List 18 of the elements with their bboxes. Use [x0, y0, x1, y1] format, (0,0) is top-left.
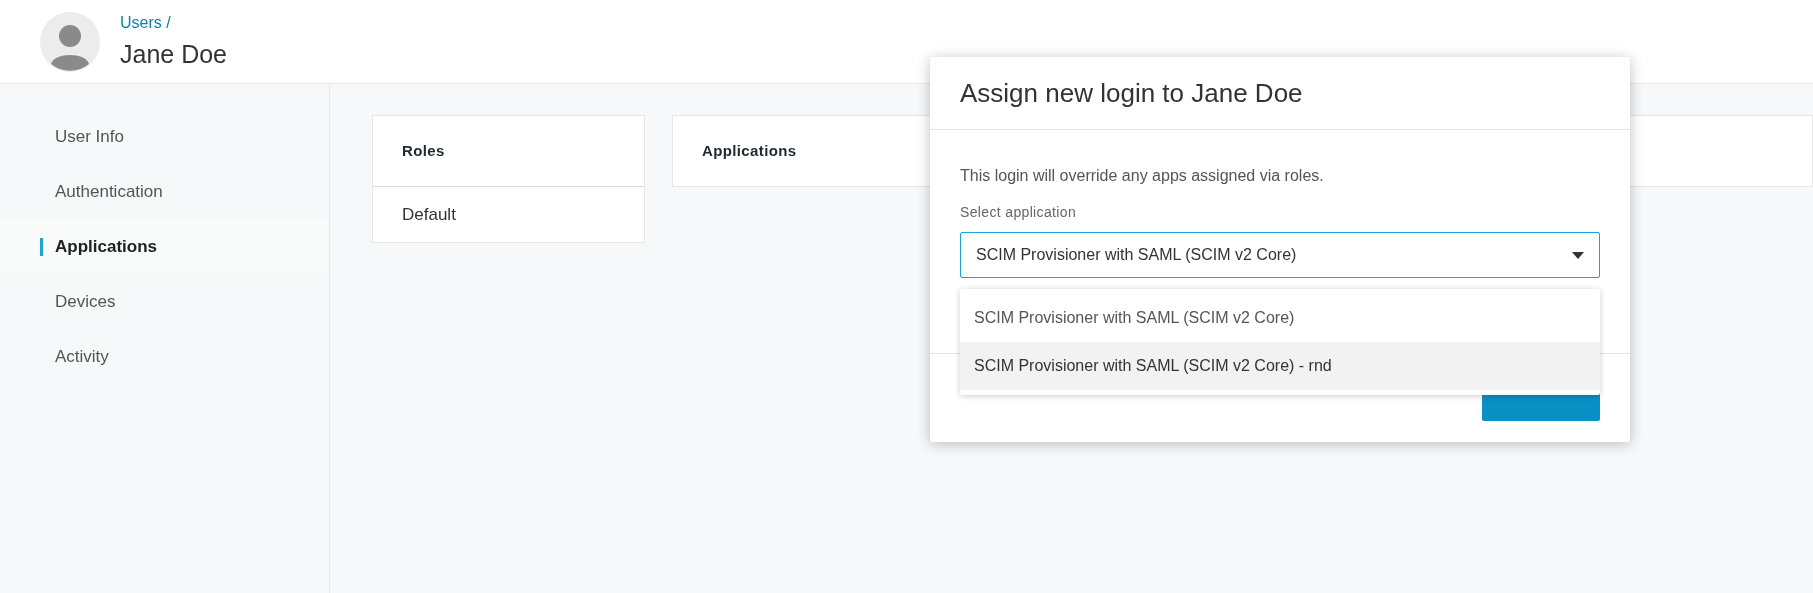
- avatar-icon: [40, 11, 100, 72]
- dialog-title: Assign new login to Jane Doe: [960, 76, 1303, 110]
- breadcrumb-link[interactable]: Users /: [120, 12, 228, 33]
- role-name: Default: [402, 203, 456, 226]
- sidebar-item[interactable]: User Info: [55, 123, 124, 150]
- dropdown-option[interactable]: SCIM Provisioner with SAML (SCIM v2 Core) - rnd: [960, 342, 1600, 390]
- sidebar-item[interactable]: Activity: [55, 343, 109, 370]
- card-title: Applications: [702, 140, 797, 161]
- dropdown-option[interactable]: SCIM Provisioner with SAML (SCIM v2 Core): [960, 294, 1600, 342]
- page-title: Jane Doe: [120, 38, 228, 70]
- sidebar-item[interactable]: Authentication: [55, 178, 163, 205]
- dialog-description: This login will override any apps assigned via roles.: [960, 166, 1325, 186]
- application-select[interactable]: SCIM Provisioner with SAML (SCIM v2 Core): [960, 232, 1600, 278]
- sidebar-item[interactable]: Devices: [55, 288, 116, 315]
- card-title: Roles: [402, 140, 445, 161]
- caret-icon: [1572, 251, 1584, 259]
- field-label: Select application: [960, 203, 1078, 222]
- sidebar-item[interactable]: Applications: [55, 233, 157, 260]
